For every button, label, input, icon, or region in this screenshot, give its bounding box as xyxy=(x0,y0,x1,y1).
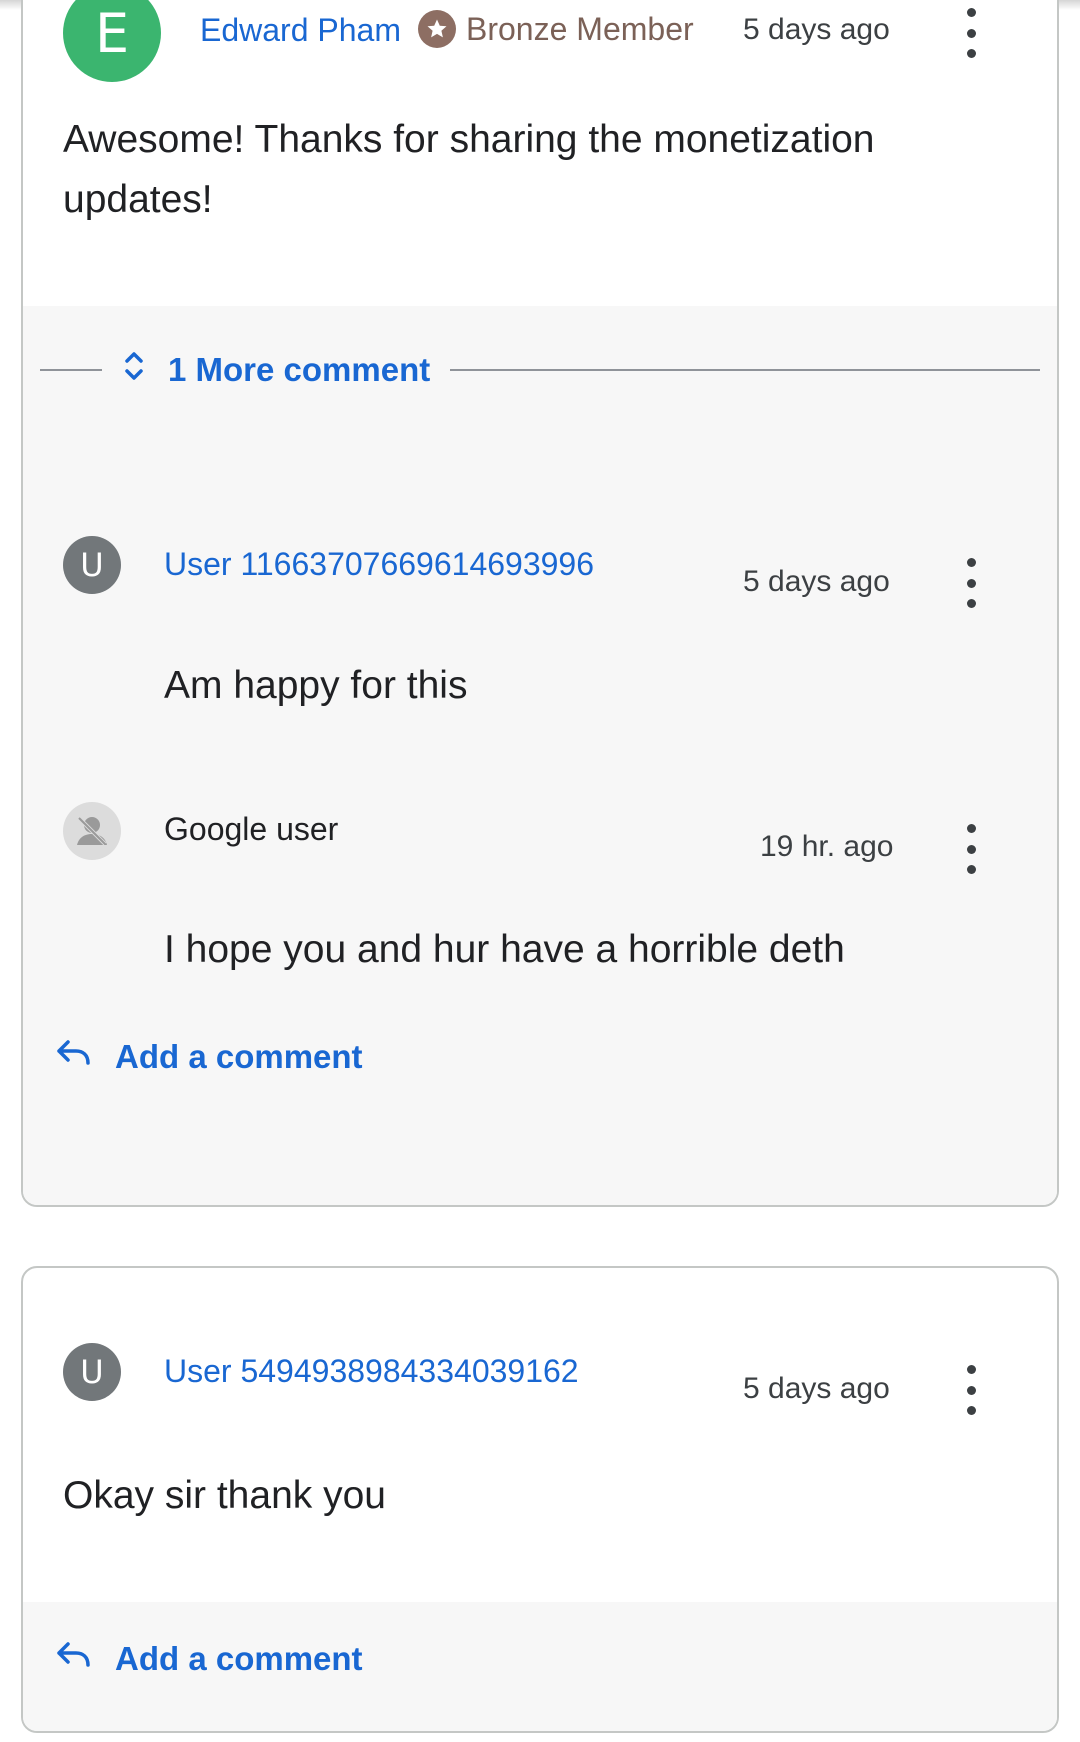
more-vert-icon[interactable] xyxy=(956,1365,986,1415)
reply-icon xyxy=(55,1640,93,1678)
timestamp: 5 days ago xyxy=(743,13,890,46)
reply-body: Am happy for this xyxy=(164,664,468,707)
comment-body: Okay sir thank you xyxy=(63,1474,386,1517)
reply-body: I hope you and hur have a horrible deth xyxy=(164,928,845,971)
replies-section: 1 More comment U User 116637076696146939… xyxy=(23,306,1057,1205)
more-comments-label: 1 More comment xyxy=(168,351,431,388)
reply-icon xyxy=(55,1038,93,1076)
author-name[interactable]: User 11663707669614693996 xyxy=(164,546,594,583)
badge-label: Bronze Member xyxy=(466,10,694,47)
more-comments-row: 1 More comment xyxy=(23,340,1057,400)
avatar[interactable]: U xyxy=(63,1343,121,1401)
anonymous-user-icon[interactable] xyxy=(63,802,121,860)
author-name: Google user xyxy=(164,811,339,847)
add-comment-label: Add a comment xyxy=(115,1038,363,1075)
comment-body: Awesome! Thanks for sharing the monetiza… xyxy=(63,118,875,221)
member-badge: Bronze Member xyxy=(418,10,694,48)
more-vert-icon[interactable] xyxy=(956,8,986,58)
expand-icon xyxy=(122,349,146,391)
comment-thread-card: U User 5494938984334039162 5 days ago Ok… xyxy=(21,1266,1059,1733)
timestamp: 5 days ago xyxy=(743,565,890,598)
add-comment-label: Add a comment xyxy=(115,1640,363,1677)
more-vert-icon[interactable] xyxy=(956,558,986,608)
author-name[interactable]: Edward Pham xyxy=(200,12,401,49)
timestamp: 5 days ago xyxy=(743,1372,890,1405)
avatar[interactable]: E xyxy=(63,0,161,82)
avatar[interactable]: U xyxy=(63,536,121,594)
avatar-initial: U xyxy=(80,546,104,584)
timestamp: 19 hr. ago xyxy=(760,830,894,863)
add-comment-button[interactable]: Add a comment xyxy=(55,1038,363,1076)
author-name[interactable]: User 5494938984334039162 xyxy=(164,1353,579,1390)
comment-thread-card: E Edward Pham Bronze Member 5 days ago A… xyxy=(21,0,1059,1207)
divider xyxy=(450,369,1040,371)
avatar-initial: U xyxy=(80,1353,104,1391)
more-comments-button[interactable]: 1 More comment xyxy=(102,349,450,391)
add-comment-button[interactable]: Add a comment xyxy=(55,1640,363,1678)
divider xyxy=(40,369,102,371)
more-vert-icon[interactable] xyxy=(956,824,986,874)
avatar-initial: E xyxy=(94,1,130,65)
add-comment-section: Add a comment xyxy=(23,1602,1057,1731)
star-badge-icon xyxy=(418,10,456,48)
